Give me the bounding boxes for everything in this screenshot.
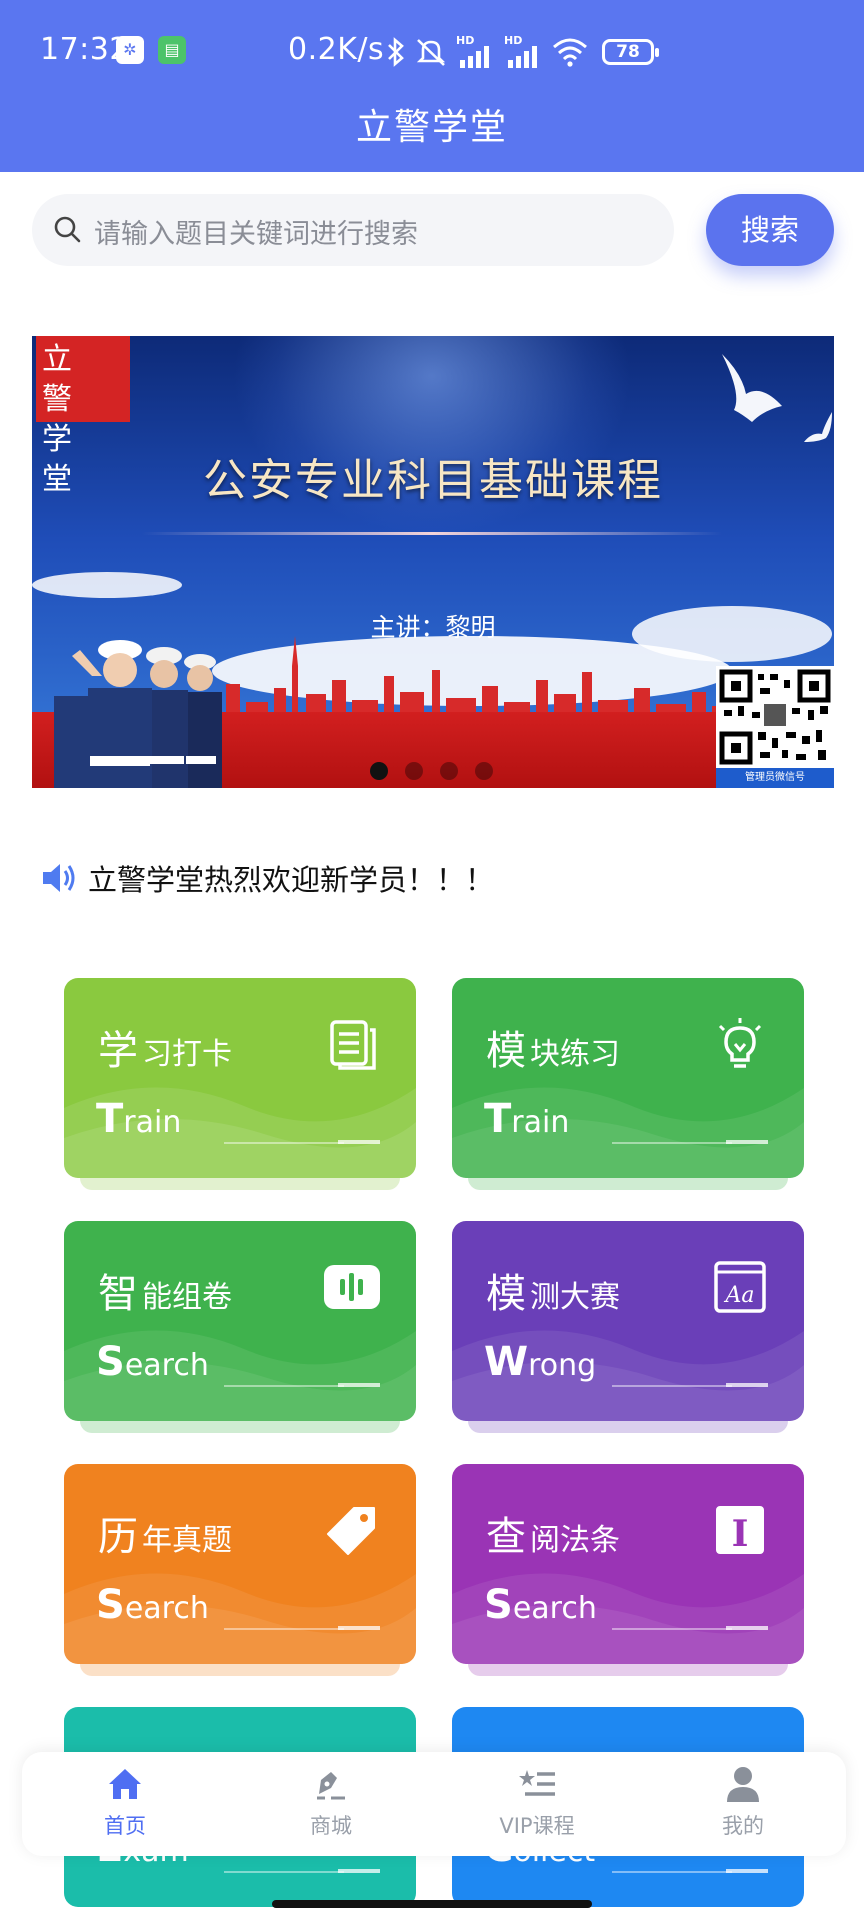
- tag-icon: [327, 1507, 375, 1555]
- status-icons: HD HD 78: [386, 32, 659, 72]
- tab-vip-course[interactable]: VIP课程: [434, 1752, 640, 1856]
- tab-mine[interactable]: 我的: [640, 1752, 846, 1856]
- tab-shop[interactable]: 商城: [228, 1752, 434, 1856]
- font-aa-icon: Aa: [714, 1261, 766, 1313]
- bottom-tab-bar: 首页 商城 VIP课程 我的: [22, 1752, 846, 1856]
- carousel-dot[interactable]: [475, 762, 493, 780]
- banner-headline: 公安专业科目基础课程: [203, 455, 663, 506]
- search-icon: [54, 216, 81, 243]
- notice-text: 立警学堂热烈欢迎新学员！！！: [88, 863, 495, 897]
- page-title: 立警学堂: [355, 107, 508, 148]
- signal-icon-1: HD: [456, 34, 496, 68]
- app-screen: 17:32 ✲ ▤ 0.2K/s HD HD 78 立警学堂 请输入题目关键词进…: [0, 0, 864, 1920]
- carousel-dot[interactable]: [405, 762, 423, 780]
- tab-label: 商城: [310, 1814, 352, 1838]
- voice-bars-icon: [324, 1265, 380, 1309]
- network-speed: 0.2K/s: [288, 32, 385, 67]
- mute-bell-icon: [416, 39, 446, 66]
- tab-home[interactable]: 首页: [22, 1752, 228, 1856]
- search-placeholder: 请输入题目关键词进行搜索: [94, 219, 418, 250]
- tab-label: VIP课程: [499, 1814, 575, 1838]
- police-officers-image: [54, 640, 222, 788]
- tab-label: 首页: [104, 1814, 146, 1838]
- banner-carousel[interactable]: 立警学堂 公安专业科目基础课程 主讲：黎明 管理员微信号: [32, 336, 834, 788]
- card-subtitle: Wrong: [484, 1339, 597, 1385]
- dove-image-2: [804, 412, 832, 442]
- signal-icon-2: HD: [504, 34, 544, 68]
- search-button[interactable]: 搜索: [706, 194, 834, 266]
- app-notification-icon: ▤: [158, 36, 186, 64]
- carousel-dot[interactable]: [440, 762, 458, 780]
- card-title: 历年真题: [98, 1514, 232, 1560]
- card-subtitle: Search: [484, 1582, 597, 1628]
- battery-icon: 78: [602, 39, 659, 65]
- battery-level: 78: [616, 42, 640, 62]
- carousel-dot[interactable]: [370, 762, 388, 780]
- home-indicator[interactable]: [272, 1900, 592, 1908]
- svg-text:Aa: Aa: [723, 1283, 754, 1308]
- qr-caption: 管理员微信号: [716, 768, 834, 788]
- text-cursor-icon: I: [716, 1506, 764, 1555]
- carousel-dots: [370, 762, 493, 780]
- svg-text:I: I: [732, 1513, 749, 1555]
- card-subtitle: Train: [96, 1096, 182, 1142]
- shop-pen-icon: [317, 1772, 345, 1800]
- speaker-icon: [43, 864, 75, 892]
- vip-list-icon: [519, 1770, 555, 1796]
- card-subtitle: Search: [96, 1582, 209, 1628]
- wifi-icon: [553, 38, 587, 67]
- lightbulb-icon: [718, 1018, 762, 1068]
- card-title: 模测大赛: [486, 1271, 620, 1317]
- banner-stamp: 立警学堂: [36, 336, 130, 497]
- qr-code-image: 管理员微信号: [716, 666, 834, 788]
- settings-notification-icon: ✲: [116, 36, 144, 64]
- user-icon: [727, 1767, 759, 1802]
- card-title: 学习打卡: [98, 1028, 232, 1074]
- status-bar: 17:32 ✲ ▤ 0.2K/s HD HD 78: [0, 30, 864, 74]
- bluetooth-icon: [388, 37, 404, 67]
- card-subtitle: Search: [96, 1339, 209, 1385]
- card-title: 查阅法条: [486, 1514, 620, 1560]
- app-header: 17:32 ✲ ▤ 0.2K/s HD HD 78 立警学堂: [0, 0, 864, 172]
- dove-image: [722, 354, 782, 422]
- card-subtitle: Train: [484, 1096, 570, 1142]
- tab-label: 我的: [722, 1814, 764, 1838]
- card-title: 模块练习: [486, 1028, 620, 1074]
- home-icon: [109, 1769, 141, 1799]
- search-input[interactable]: 请输入题目关键词进行搜索: [32, 194, 674, 266]
- card-title: 智能组卷: [98, 1271, 232, 1317]
- document-icon: [330, 1020, 376, 1070]
- notice-bar: 立警学堂热烈欢迎新学员！！！: [40, 856, 494, 900]
